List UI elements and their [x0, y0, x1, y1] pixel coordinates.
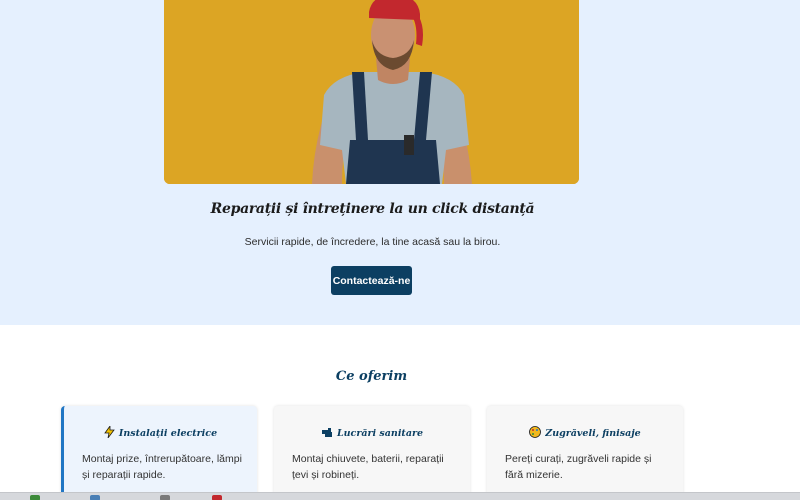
- os-taskbar: [0, 492, 800, 500]
- service-card-painting[interactable]: Zugrăveli, finisaje Pereți curați, zugră…: [487, 406, 683, 500]
- card-description: Montaj chiuvete, baterii, reparații țevi…: [292, 453, 444, 481]
- card-header: Lucrări sanitare: [274, 426, 470, 440]
- plumbing-icon: [321, 426, 333, 440]
- lightning-icon: [104, 424, 115, 440]
- service-card-electrical[interactable]: Instalații electrice Montaj prize, între…: [61, 406, 257, 500]
- hero-section: Reparații și întreținere la un click dis…: [0, 0, 800, 325]
- hero-image: [164, 0, 579, 184]
- services-title: Ce oferim: [335, 369, 408, 384]
- card-title: Zugrăveli, finisaje: [545, 427, 641, 439]
- service-card-plumbing[interactable]: Lucrări sanitare Montaj chiuvete, bateri…: [274, 406, 470, 500]
- taskbar-app-icon[interactable]: [212, 495, 222, 500]
- card-title: Lucrări sanitare: [336, 427, 424, 439]
- card-header: Instalații electrice: [64, 424, 257, 440]
- worker-illustration: [164, 0, 579, 184]
- paint-palette-icon: [529, 426, 542, 440]
- contact-button[interactable]: Contactează-ne: [331, 266, 412, 295]
- taskbar-app-icon[interactable]: [90, 495, 100, 500]
- card-header: Zugrăveli, finisaje: [487, 426, 683, 440]
- taskbar-app-icon[interactable]: [30, 495, 40, 500]
- card-title: Instalații electrice: [118, 427, 218, 439]
- card-description: Pereți curați, zugrăveli rapide și fără …: [505, 453, 652, 481]
- card-description: Montaj prize, întrerupătoare, lămpi și r…: [82, 453, 242, 481]
- hero-subtitle: Servicii rapide, de încredere, la tine a…: [244, 236, 501, 248]
- hero-title: Reparații și întreținere la un click dis…: [210, 201, 535, 217]
- taskbar-app-icon[interactable]: [160, 495, 170, 500]
